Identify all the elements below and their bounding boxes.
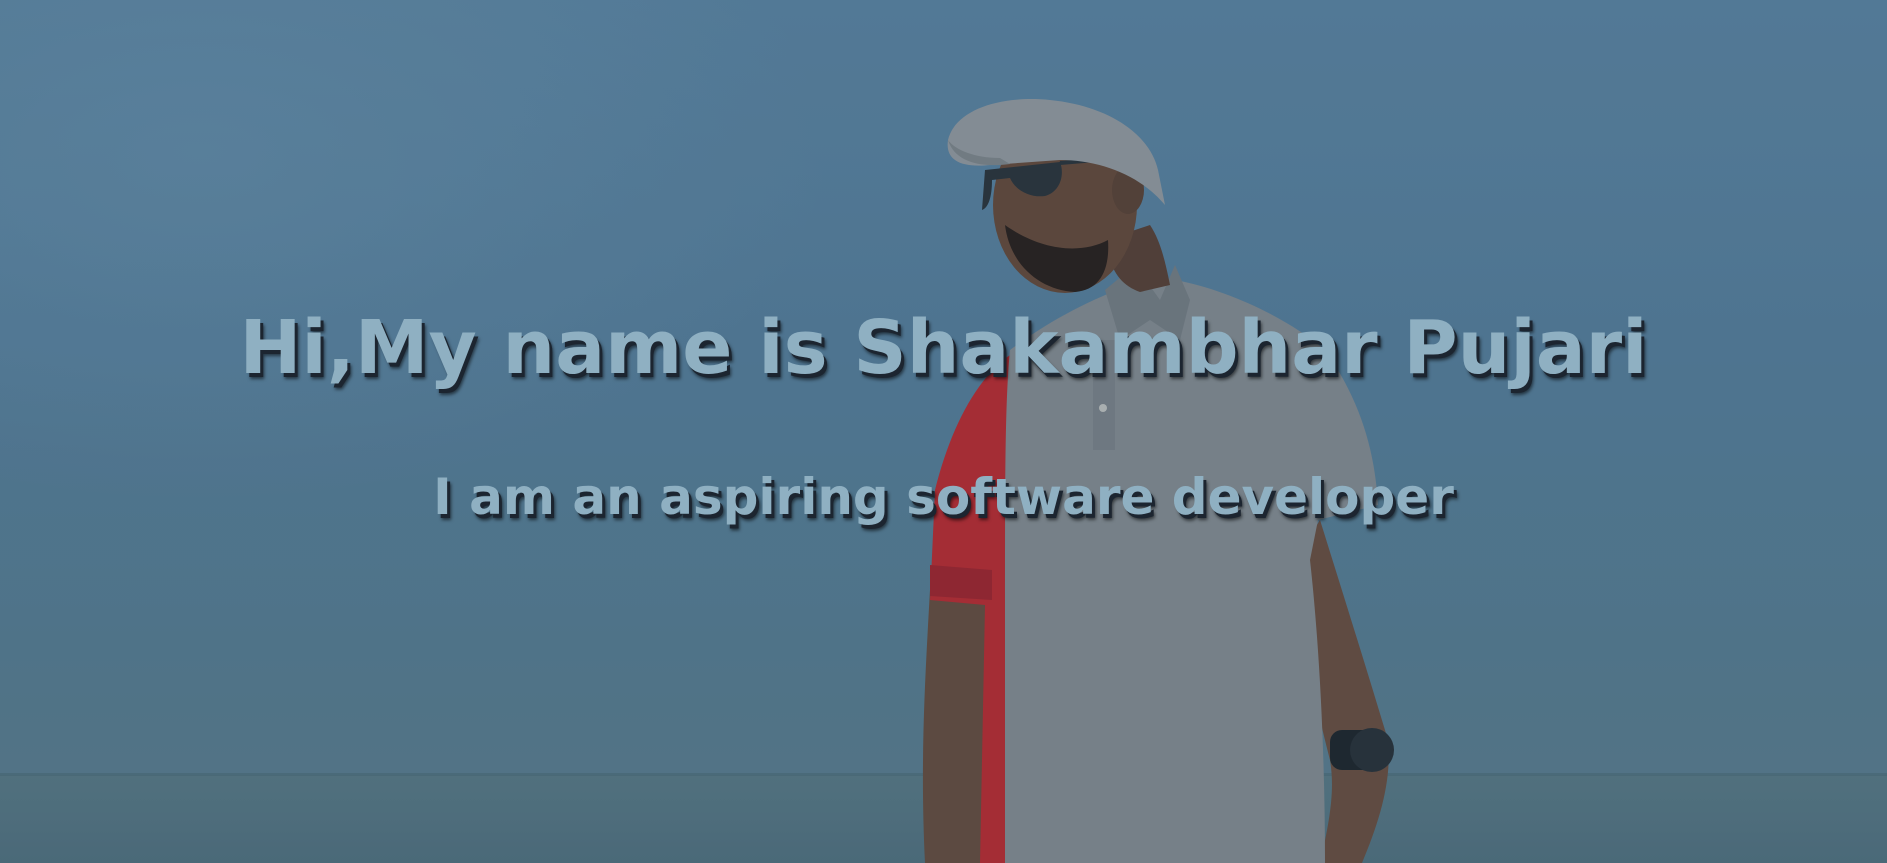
hero-title: Hi,My name is Shakambhar Pujari	[239, 305, 1648, 391]
hero-subtitle: I am an aspiring software developer	[433, 468, 1454, 526]
hero-section: Hi,My name is Shakambhar Pujari I am an …	[0, 0, 1887, 863]
dark-overlay	[0, 0, 1887, 863]
